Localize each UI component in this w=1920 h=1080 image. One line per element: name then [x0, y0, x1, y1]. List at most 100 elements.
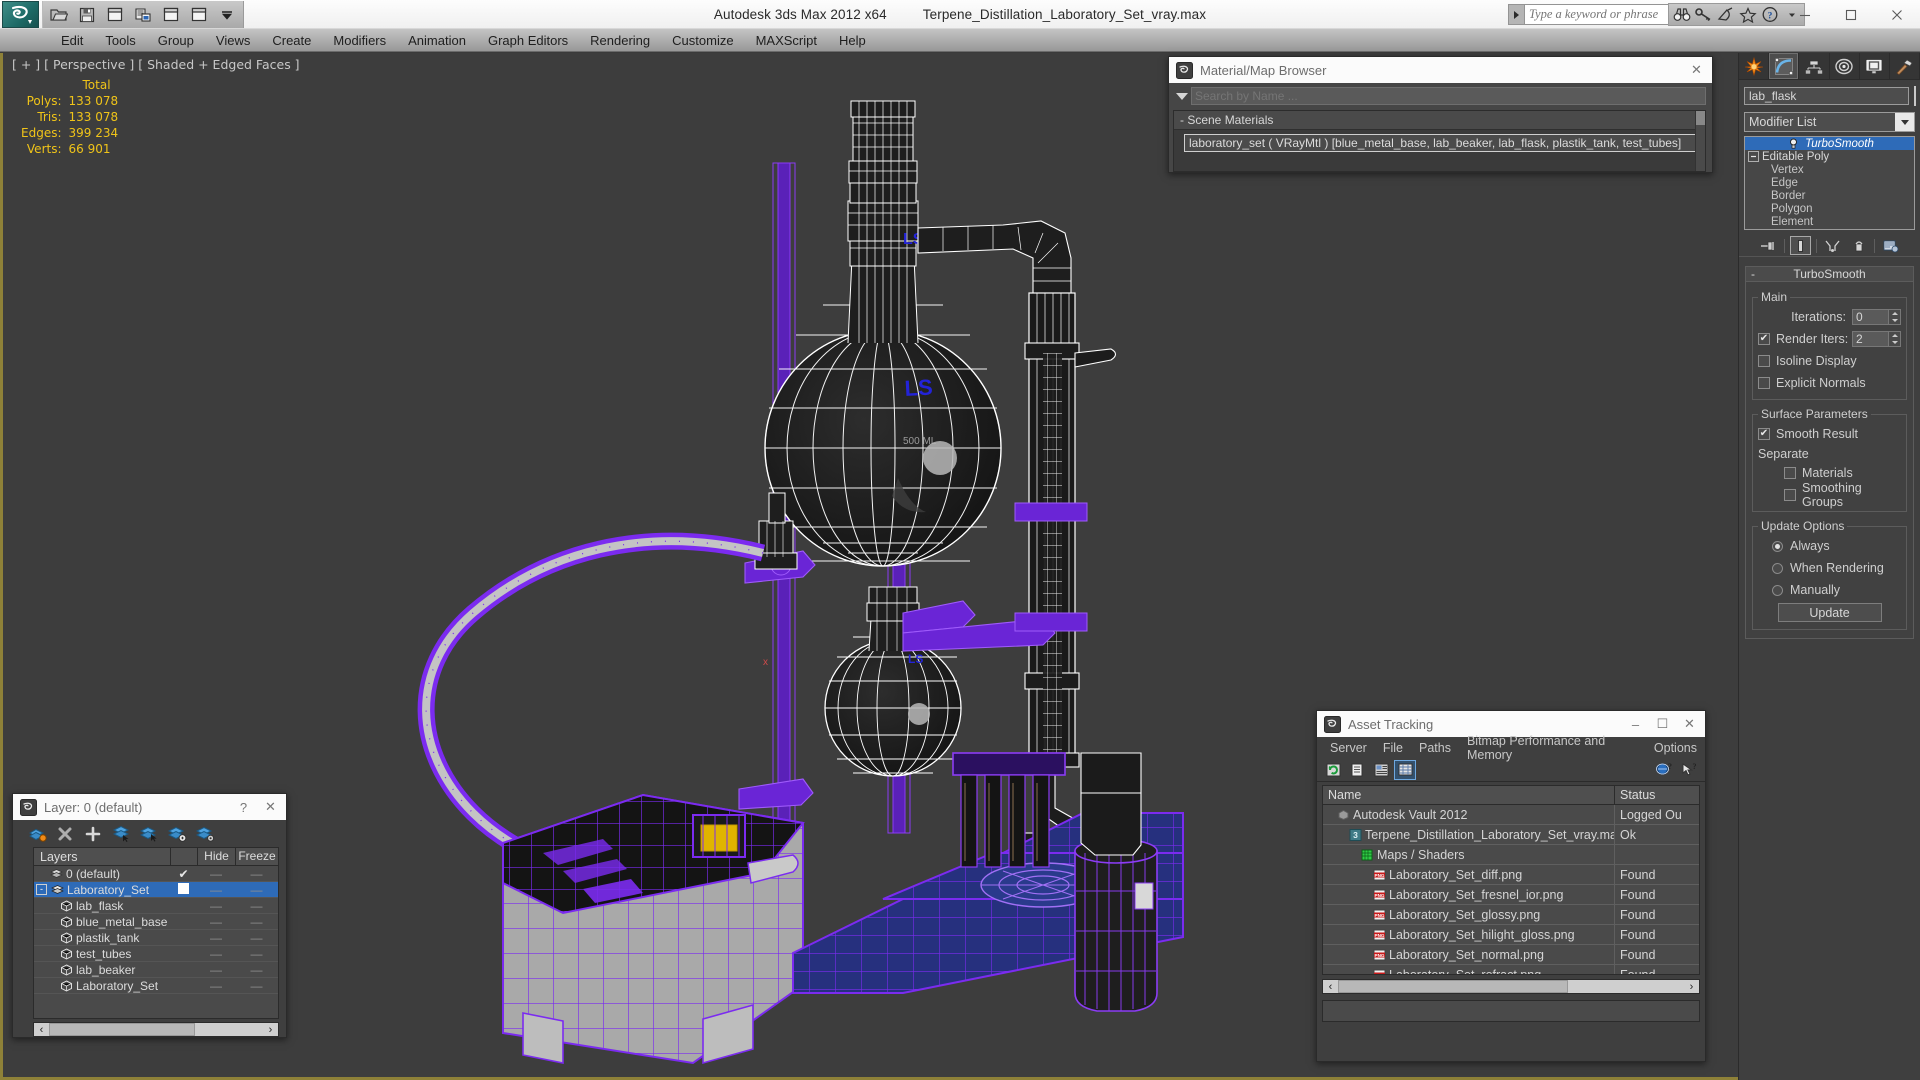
menu-modifiers[interactable]: Modifiers — [322, 31, 397, 50]
menu-group[interactable]: Group — [147, 31, 205, 50]
globe-help-icon[interactable]: ? — [1654, 761, 1674, 779]
layer-manager-window[interactable]: Layer: 0 (default) ? ✕ Layers Hide Freez… — [12, 793, 287, 1038]
asset-tracking-maximize-button[interactable]: ☐ — [1649, 712, 1676, 737]
close-button[interactable] — [1874, 0, 1920, 29]
satellite-dish-icon[interactable] — [1715, 5, 1736, 25]
material-browser-list[interactable]: - Scene Materials laboratory_set ( VRayM… — [1173, 110, 1706, 172]
star-icon[interactable] — [1737, 5, 1758, 25]
material-map-browser-window[interactable]: Material/Map Browser ✕ - Scene Materials… — [1168, 56, 1713, 173]
create-tab[interactable] — [1739, 53, 1770, 79]
search-dropdown-icon[interactable] — [1508, 4, 1524, 25]
modify-tab[interactable] — [1769, 53, 1800, 79]
asset-tracking-close-button[interactable]: ✕ — [1676, 712, 1703, 737]
menu-create[interactable]: Create — [261, 31, 322, 50]
open-file-icon[interactable] — [46, 3, 72, 27]
scene-materials-group-header[interactable]: - Scene Materials — [1174, 111, 1705, 130]
layer-hide-toggle[interactable]: — — [197, 979, 235, 993]
column-header-current[interactable] — [170, 848, 197, 865]
table-row[interactable]: Autodesk Vault 2012 Logged Ou — [1323, 805, 1699, 825]
isoline-display-checkbox[interactable] — [1758, 355, 1770, 367]
refresh-icon[interactable] — [1323, 761, 1343, 779]
asset-tracking-horizontal-scrollbar[interactable]: ‹ › — [1322, 979, 1700, 994]
column-header-freeze[interactable]: Freeze — [235, 848, 278, 865]
layer-panel-horizontal-scrollbar[interactable]: ‹ › — [33, 1022, 279, 1037]
object-color-swatch[interactable] — [1914, 86, 1916, 106]
menu-animation[interactable]: Animation — [397, 31, 477, 50]
menu-rendering[interactable]: Rendering — [579, 31, 661, 50]
chevron-down-icon[interactable] — [214, 3, 240, 27]
layer-freeze-toggle[interactable]: — — [235, 931, 278, 945]
layer-hide-toggle[interactable]: — — [197, 883, 235, 897]
configure-modifier-sets-icon[interactable] — [1880, 236, 1901, 255]
menu-help[interactable]: Help — [828, 31, 877, 50]
scrollbar-thumb[interactable] — [1338, 980, 1568, 993]
asset-menu-server[interactable]: Server — [1322, 741, 1375, 755]
select-objects-in-layer-icon[interactable] — [111, 824, 131, 844]
rollout-collapse-toggle[interactable]: - — [1751, 267, 1755, 281]
sub-object-vertex[interactable]: Vertex — [1745, 163, 1914, 176]
object-name-input[interactable] — [1744, 87, 1909, 105]
scroll-left-arrow[interactable]: ‹ — [1323, 981, 1338, 993]
highlight-selected-objects-layer-icon[interactable] — [139, 824, 159, 844]
menu-maxscript[interactable]: MAXScript — [745, 31, 828, 50]
create-new-layer-icon[interactable] — [27, 824, 47, 844]
redo-icon[interactable] — [186, 3, 212, 27]
asset-tracking-table[interactable]: Name Status Autodesk Vault 2012 Logged O… — [1322, 785, 1700, 975]
layer-hide-toggle[interactable]: — — [197, 867, 235, 881]
display-tab[interactable] — [1860, 53, 1890, 79]
column-header-status[interactable]: Status — [1615, 786, 1699, 804]
delete-highlighted-layers-icon[interactable] — [55, 824, 75, 844]
material-browser-scrollbar[interactable] — [1695, 111, 1705, 171]
asset-tracking-window[interactable]: Asset Tracking – ☐ ✕ Server File Paths B… — [1316, 710, 1706, 1062]
material-list-item[interactable]: laboratory_set ( VRayMtl ) [blue_metal_b… — [1184, 134, 1700, 152]
key-icon[interactable] — [1693, 5, 1714, 25]
list-view-icon[interactable] — [1347, 761, 1367, 779]
render-iters-spinner[interactable] — [1852, 331, 1901, 347]
context-help-icon[interactable]: ? — [1679, 761, 1699, 779]
separate-smoothing-groups-checkbox[interactable] — [1784, 489, 1796, 501]
help-icon[interactable]: ? — [1759, 5, 1780, 25]
add-selection-to-layer-icon[interactable] — [83, 824, 103, 844]
binoculars-icon[interactable] — [1671, 5, 1692, 25]
layer-hide-toggle[interactable]: — — [197, 899, 235, 913]
table-row[interactable]: PNG Laboratory_Set_normal.png Found — [1323, 945, 1699, 965]
chevron-down-icon[interactable] — [1895, 113, 1914, 131]
layer-panel-close-button[interactable]: ✕ — [257, 795, 284, 820]
scroll-right-arrow[interactable]: › — [1684, 981, 1699, 993]
layer-properties-icon[interactable] — [195, 824, 215, 844]
grid-view-icon[interactable] — [1394, 759, 1416, 780]
iterations-input[interactable] — [1852, 309, 1889, 325]
separate-materials-checkbox[interactable] — [1784, 467, 1796, 479]
table-row[interactable]: PNG Laboratory_Set_fresnel_ior.png Found — [1323, 885, 1699, 905]
expander-minus-icon[interactable] — [1748, 151, 1759, 162]
modifier-stack-item-editable-poly[interactable]: Editable Poly — [1745, 150, 1914, 163]
set-current-layer-to-selection-icon[interactable] — [167, 824, 187, 844]
asset-menu-options[interactable]: Options — [1646, 741, 1705, 755]
column-header-hide[interactable]: Hide — [197, 848, 235, 865]
list-item[interactable]: Laboratory_Set — — — [34, 978, 278, 994]
iterations-spinner[interactable] — [1852, 309, 1901, 325]
layer-list[interactable]: Layers Hide Freeze 0 (default) ✔ — — - L… — [33, 847, 279, 1019]
layer-freeze-toggle[interactable]: — — [235, 979, 278, 993]
list-item[interactable]: 0 (default) ✔ — — — [34, 866, 278, 882]
update-always-radio[interactable] — [1772, 540, 1783, 552]
asset-menu-file[interactable]: File — [1375, 741, 1411, 755]
make-unique-icon[interactable] — [1822, 236, 1843, 255]
sub-object-border[interactable]: Border — [1745, 189, 1914, 202]
list-item[interactable]: test_tubes — — — [34, 946, 278, 962]
render-iters-spin-buttons[interactable] — [1889, 331, 1901, 347]
layer-hide-toggle[interactable]: — — [197, 947, 235, 961]
modifier-stack-item-turbosmooth[interactable]: TurboSmooth — [1745, 137, 1914, 150]
table-row[interactable]: PNG Laboratory_Set_hilight_gloss.png Fou… — [1323, 925, 1699, 945]
layer-hide-toggle[interactable]: — — [197, 915, 235, 929]
menu-tools[interactable]: Tools — [94, 31, 146, 50]
material-browser-close-button[interactable]: ✕ — [1683, 58, 1710, 83]
render-iters-checkbox[interactable] — [1758, 333, 1770, 345]
sub-object-edge[interactable]: Edge — [1745, 176, 1914, 189]
layer-freeze-toggle[interactable]: — — [235, 883, 278, 897]
list-item[interactable]: lab_beaker — — — [34, 962, 278, 978]
layer-current-check[interactable] — [170, 882, 197, 897]
render-iters-input[interactable] — [1852, 331, 1889, 347]
update-button[interactable]: Update — [1777, 603, 1882, 622]
layer-freeze-toggle[interactable]: — — [235, 867, 278, 881]
